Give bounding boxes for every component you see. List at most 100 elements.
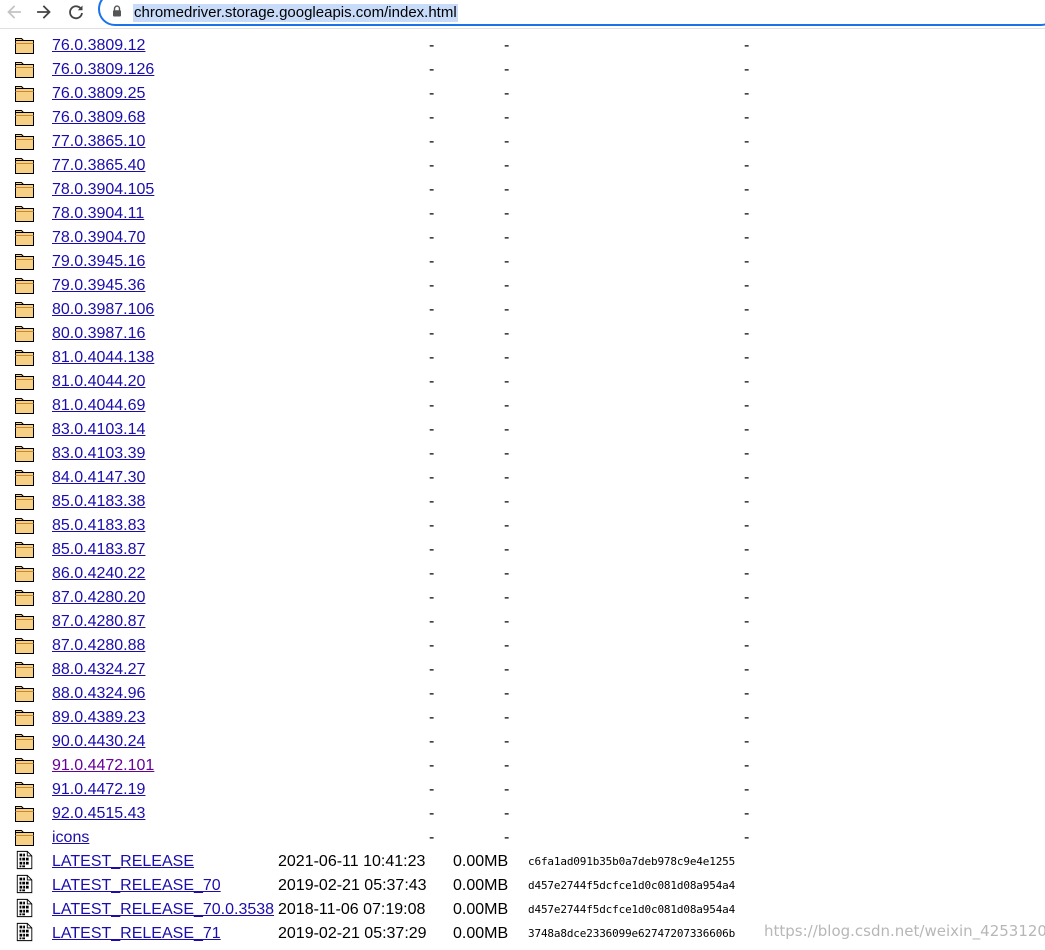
folder-row: 78.0.3904.11 - - - bbox=[0, 202, 1045, 226]
folder-icon bbox=[15, 470, 34, 486]
folder-link[interactable]: 76.0.3809.126 bbox=[52, 60, 154, 80]
folder-link[interactable]: 78.0.3904.11 bbox=[52, 204, 144, 224]
folder-link[interactable]: 78.0.3904.70 bbox=[52, 228, 145, 248]
modified-date: - bbox=[429, 325, 435, 342]
file-link[interactable]: LATEST_RELEASE_71 bbox=[52, 924, 221, 944]
folder-link[interactable]: 80.0.3987.106 bbox=[52, 300, 154, 320]
folder-row: 81.0.4044.69 - - - bbox=[0, 394, 1045, 418]
folder-link[interactable]: 83.0.4103.14 bbox=[52, 420, 145, 440]
modified-date: - bbox=[429, 37, 435, 54]
folder-link[interactable]: 83.0.4103.39 bbox=[52, 444, 145, 464]
folder-link[interactable]: 81.0.4044.20 bbox=[52, 372, 145, 392]
file-link[interactable]: LATEST_RELEASE_70.0.3538 bbox=[52, 900, 274, 920]
file-size: - bbox=[504, 85, 510, 102]
etag: - bbox=[744, 541, 750, 558]
folder-link[interactable]: 80.0.3987.16 bbox=[52, 324, 145, 344]
folder-icon bbox=[15, 734, 34, 750]
folder-row: 79.0.3945.16 - - - bbox=[0, 250, 1045, 274]
folder-icon bbox=[15, 230, 34, 246]
file-size: - bbox=[504, 541, 510, 558]
file-size: 0.00MB bbox=[453, 901, 509, 918]
folder-link[interactable]: 85.0.4183.87 bbox=[52, 540, 145, 560]
folder-link[interactable]: 76.0.3809.25 bbox=[52, 84, 145, 104]
folder-row: 83.0.4103.39 - - - bbox=[0, 442, 1045, 466]
modified-date: - bbox=[429, 301, 435, 318]
folder-icon bbox=[15, 398, 34, 414]
modified-date: - bbox=[429, 133, 435, 150]
file-size: - bbox=[504, 61, 510, 78]
file-size: - bbox=[504, 829, 510, 846]
folder-link[interactable]: 90.0.4430.24 bbox=[52, 732, 145, 752]
folder-link[interactable]: 84.0.4147.30 bbox=[52, 468, 145, 488]
reload-button[interactable] bbox=[62, 0, 90, 24]
modified-date: - bbox=[429, 709, 435, 726]
file-size: - bbox=[504, 373, 510, 390]
folder-icon bbox=[15, 806, 34, 822]
folder-link[interactable]: 89.0.4389.23 bbox=[52, 708, 145, 728]
modified-date: - bbox=[429, 253, 435, 270]
folder-link[interactable]: 81.0.4044.138 bbox=[52, 348, 154, 368]
file-size: - bbox=[504, 229, 510, 246]
directory-listing: 76.0.3809.12 - - - 76.0.3809.126 - - - 76.0.3809… bbox=[0, 34, 1045, 946]
modified-date: - bbox=[429, 205, 435, 222]
folder-row: 78.0.3904.105 - - - bbox=[0, 178, 1045, 202]
folder-link[interactable]: 91.0.4472.19 bbox=[52, 780, 145, 800]
file-size: - bbox=[504, 805, 510, 822]
modified-date: - bbox=[429, 805, 435, 822]
folder-link[interactable]: 76.0.3809.68 bbox=[52, 108, 145, 128]
url-text[interactable]: chromedriver.storage.googleapis.com/inde… bbox=[133, 4, 458, 22]
folder-link[interactable]: 81.0.4044.69 bbox=[52, 396, 145, 416]
folder-link[interactable]: 87.0.4280.88 bbox=[52, 636, 145, 656]
file-size: - bbox=[504, 109, 510, 126]
etag: 3748a8dce2336099e62747207336606b bbox=[528, 927, 736, 940]
folder-link[interactable]: 88.0.4324.96 bbox=[52, 684, 145, 704]
lock-icon[interactable] bbox=[112, 5, 122, 17]
etag: - bbox=[744, 589, 750, 606]
file-link[interactable]: LATEST_RELEASE bbox=[52, 852, 194, 872]
folder-link[interactable]: 77.0.3865.40 bbox=[52, 156, 145, 176]
folder-icon bbox=[15, 662, 34, 678]
etag: c6fa1ad091b35b0a7deb978c9e4e1255 bbox=[528, 855, 736, 868]
folder-link[interactable]: 85.0.4183.83 bbox=[52, 516, 145, 536]
file-size: - bbox=[504, 277, 510, 294]
file-size: - bbox=[504, 325, 510, 342]
forward-button[interactable] bbox=[30, 0, 58, 24]
folder-link[interactable]: 87.0.4280.20 bbox=[52, 588, 145, 608]
etag: - bbox=[744, 493, 750, 510]
modified-date: - bbox=[429, 421, 435, 438]
folder-link[interactable]: 77.0.3865.10 bbox=[52, 132, 145, 152]
back-button[interactable] bbox=[0, 0, 28, 24]
folder-link[interactable]: 85.0.4183.38 bbox=[52, 492, 145, 512]
file-size: - bbox=[504, 157, 510, 174]
folder-link[interactable]: 87.0.4280.87 bbox=[52, 612, 145, 632]
file-size: - bbox=[504, 733, 510, 750]
file-row: LATEST_RELEASE_70.0.3538 2018-11-06 07:19… bbox=[0, 898, 1045, 922]
folder-link[interactable]: 76.0.3809.12 bbox=[52, 36, 145, 56]
etag: - bbox=[744, 685, 750, 702]
file-size: - bbox=[504, 181, 510, 198]
folder-link[interactable]: 78.0.3904.105 bbox=[52, 180, 154, 200]
folder-link[interactable]: 79.0.3945.36 bbox=[52, 276, 145, 296]
folder-link[interactable]: 88.0.4324.27 bbox=[52, 660, 145, 680]
folder-link[interactable]: icons bbox=[52, 828, 89, 848]
etag: - bbox=[744, 421, 750, 438]
folder-row: 90.0.4430.24 - - - bbox=[0, 730, 1045, 754]
etag: - bbox=[744, 709, 750, 726]
modified-date: 2019-02-21 05:37:43 bbox=[278, 877, 427, 894]
etag: - bbox=[744, 661, 750, 678]
file-link[interactable]: LATEST_RELEASE_70 bbox=[52, 876, 221, 896]
file-size: - bbox=[504, 589, 510, 606]
address-bar[interactable]: chromedriver.storage.googleapis.com/inde… bbox=[98, 0, 1045, 26]
file-size: - bbox=[504, 709, 510, 726]
file-size: - bbox=[504, 757, 510, 774]
folder-link[interactable]: 79.0.3945.16 bbox=[52, 252, 145, 272]
file-size: - bbox=[504, 637, 510, 654]
etag: - bbox=[744, 517, 750, 534]
modified-date: - bbox=[429, 181, 435, 198]
folder-icon bbox=[15, 782, 34, 798]
folder-icon bbox=[15, 542, 34, 558]
folder-link[interactable]: 92.0.4515.43 bbox=[52, 804, 145, 824]
etag: - bbox=[744, 253, 750, 270]
folder-link[interactable]: 86.0.4240.22 bbox=[52, 564, 145, 584]
folder-link[interactable]: 91.0.4472.101 bbox=[52, 756, 154, 776]
